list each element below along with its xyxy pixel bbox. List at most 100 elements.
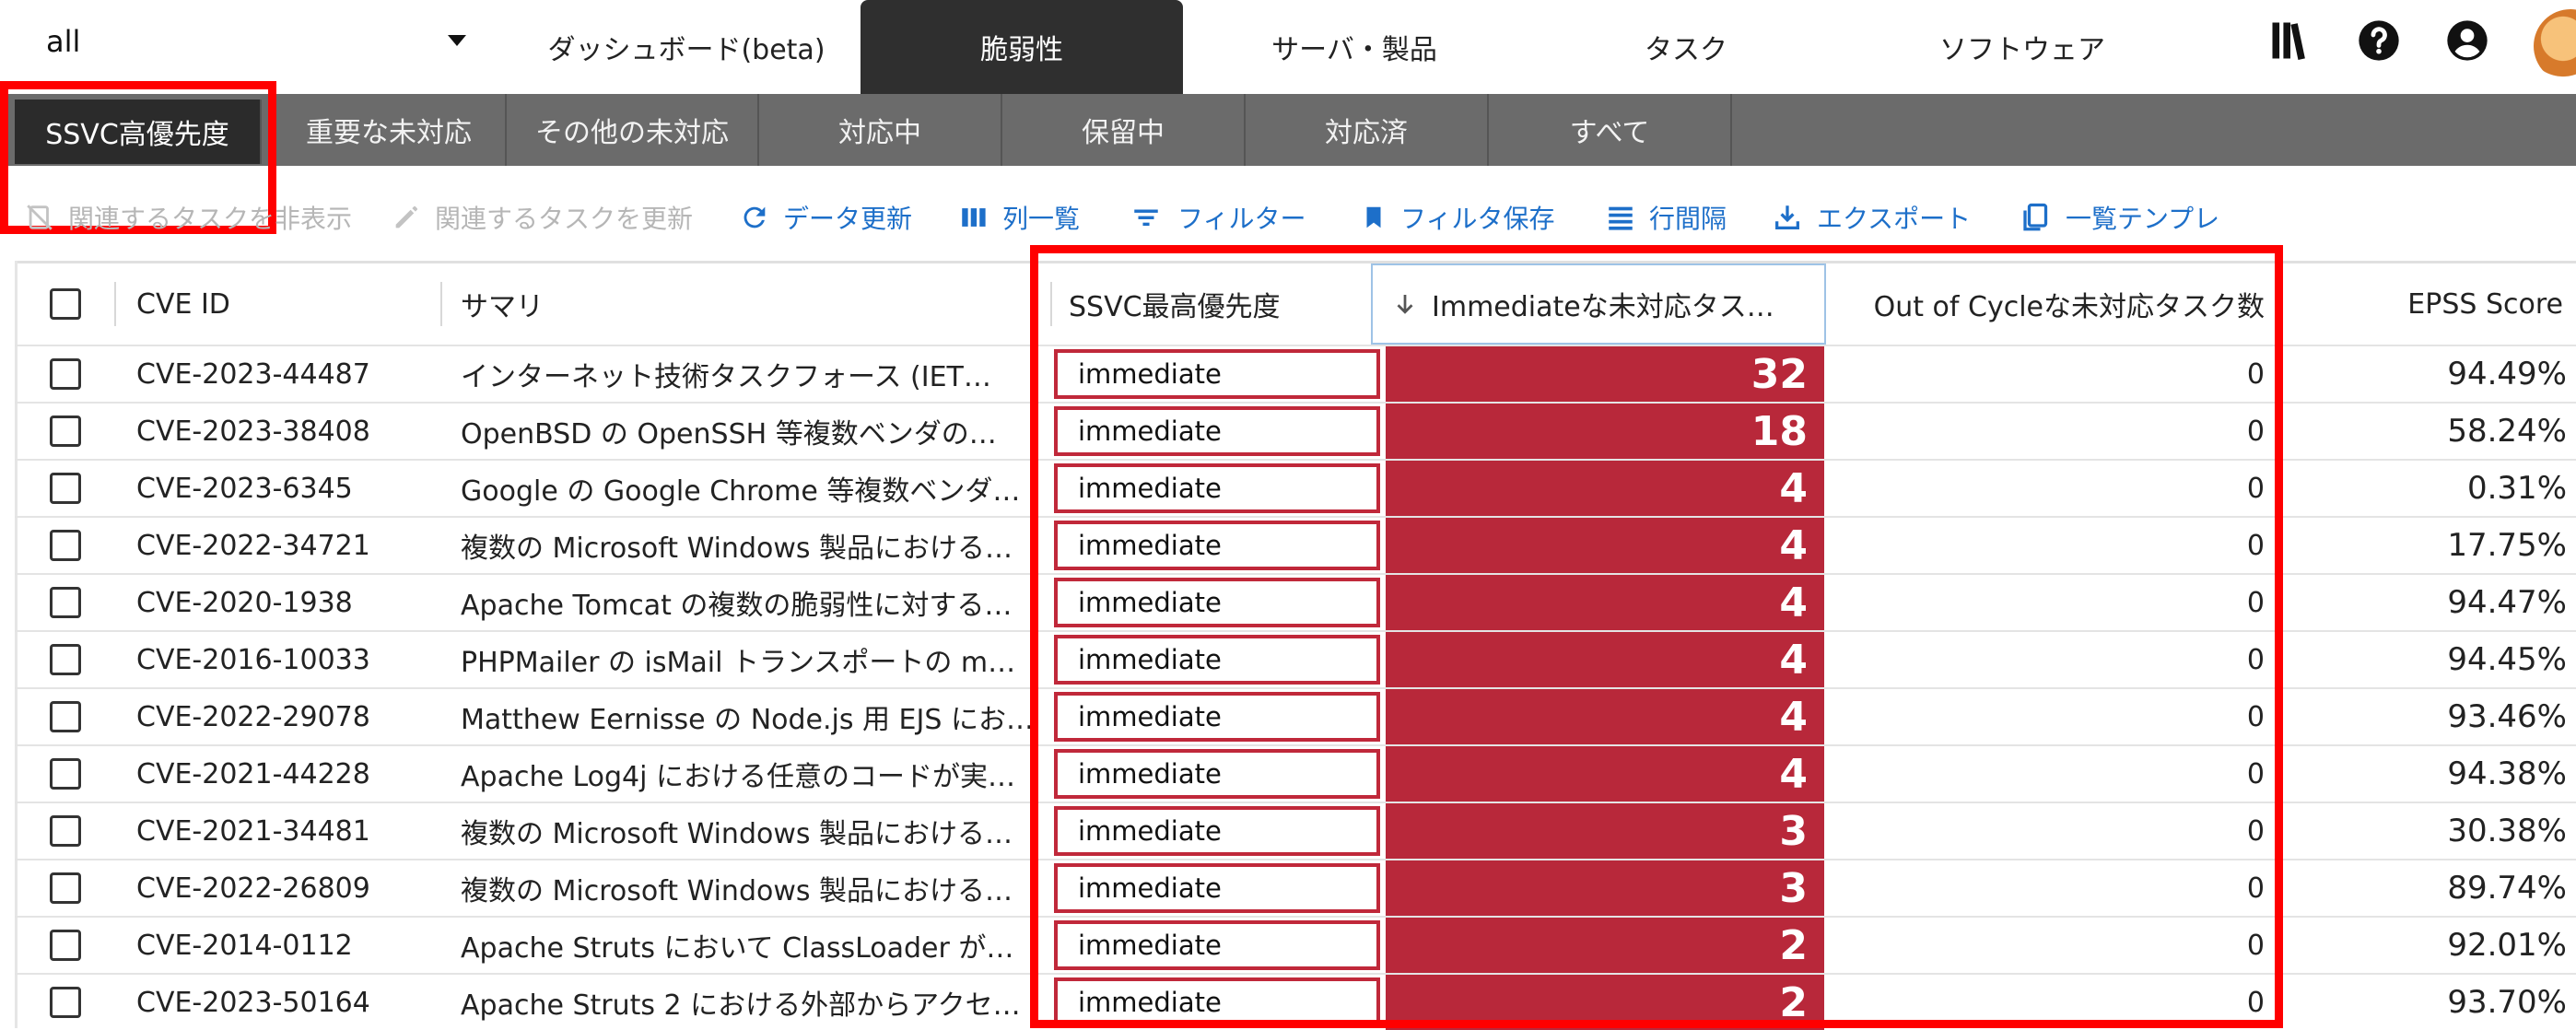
summary-cell[interactable]: Apache Tomcat の複数の脆弱性に対する… bbox=[461, 575, 1043, 630]
hide-related-tasks-button[interactable]: 関連するタスクを非表示 bbox=[24, 195, 352, 240]
table-row[interactable]: CVE-2021-34481 複数の Microsoft Windows 製品にお… bbox=[15, 802, 2576, 859]
column-header-epss-score[interactable]: EPSS Score bbox=[2281, 263, 2567, 345]
summary-cell[interactable]: 複数の Microsoft Windows 製品における… bbox=[461, 518, 1043, 573]
cve-id-cell[interactable]: CVE-2021-34481 bbox=[136, 803, 440, 859]
table-row[interactable]: CVE-2020-1938 Apache Tomcat の複数の脆弱性に対する… i… bbox=[15, 573, 2576, 630]
cve-id-cell[interactable]: CVE-2016-10033 bbox=[136, 632, 440, 687]
column-list-label: 列一覧 bbox=[1002, 204, 1081, 234]
table-row[interactable]: CVE-2021-44228 Apache Log4j における任意のコードが実…… bbox=[15, 744, 2576, 802]
task-hide-icon bbox=[27, 205, 53, 230]
cve-id-cell[interactable]: CVE-2022-29078 bbox=[136, 689, 440, 744]
column-header-cve-id[interactable]: CVE ID bbox=[136, 263, 440, 345]
summary-cell[interactable]: Apache Struts 2 における外部からアクセ… bbox=[461, 975, 1043, 1030]
tab-servers-products[interactable]: サーバ・製品 bbox=[1198, 0, 1511, 94]
row-density-button[interactable]: 行間隔 bbox=[1605, 195, 1727, 240]
row-checkbox[interactable] bbox=[50, 473, 81, 504]
subtab-important-unresolved[interactable]: 重要な未対応 bbox=[273, 94, 507, 166]
filter-button[interactable]: フィルター bbox=[1128, 195, 1306, 240]
export-button[interactable]: エクスポート bbox=[1771, 195, 1971, 240]
cve-id-cell[interactable]: CVE-2020-1938 bbox=[136, 575, 440, 630]
tab-vulnerabilities[interactable]: 脆弱性 bbox=[861, 0, 1183, 94]
column-header-ssvc-priority[interactable]: SSVC最高優先度 bbox=[1069, 263, 1373, 345]
subtab-in-progress[interactable]: 対応中 bbox=[759, 94, 1002, 166]
column-header-out-of-cycle-tasks[interactable]: Out of Cycleな未対応タスク数 bbox=[1830, 263, 2268, 345]
row-checkbox[interactable] bbox=[50, 758, 81, 790]
column-separator bbox=[2276, 282, 2277, 326]
column-header-immediate-tasks[interactable]: Immediateな未対応タス… bbox=[1371, 263, 1826, 345]
table-row[interactable]: CVE-2023-38408 OpenBSD の OpenSSH 等複数ベンダの…… bbox=[15, 402, 2576, 459]
summary-cell[interactable]: 複数の Microsoft Windows 製品における… bbox=[461, 803, 1043, 859]
subtab-on-hold[interactable]: 保留中 bbox=[1002, 94, 1246, 166]
refresh-icon bbox=[744, 206, 766, 228]
subtab-ssvc-high-priority[interactable]: SSVC高優先度 bbox=[15, 99, 262, 164]
cve-id-cell[interactable]: CVE-2021-44228 bbox=[136, 746, 440, 802]
summary-cell[interactable]: Matthew Eernisse の Node.js 用 EJS にお… bbox=[461, 689, 1043, 744]
immediate-task-count-cell: 4 bbox=[1386, 518, 1824, 573]
save-filter-button[interactable]: フィルタ保存 bbox=[1360, 195, 1554, 240]
caret-down-icon bbox=[448, 35, 466, 46]
filter-list-icon bbox=[1134, 209, 1158, 227]
table-row[interactable]: CVE-2016-10033 PHPMailer の isMail トランスポート… bbox=[15, 630, 2576, 687]
update-related-tasks-button[interactable]: 関連するタスクを更新 bbox=[391, 195, 693, 240]
out-of-cycle-count-cell: 0 bbox=[2246, 472, 2265, 505]
cve-id-cell[interactable]: CVE-2022-26809 bbox=[136, 860, 440, 916]
table-row[interactable]: CVE-2023-50164 Apache Struts 2 における外部からアク… bbox=[15, 973, 2576, 1030]
summary-cell[interactable]: OpenBSD の OpenSSH 等複数ベンダの… bbox=[461, 404, 1043, 459]
row-checkbox[interactable] bbox=[50, 530, 81, 561]
table-toolbar: 関連するタスクを非表示 関連するタスクを更新 データ更新 列一覧 フィルター フ… bbox=[0, 184, 2576, 251]
sort-arrow-down-icon[interactable] bbox=[1391, 288, 1419, 320]
epss-score-cell: 17.75% bbox=[2447, 527, 2567, 564]
row-checkbox[interactable] bbox=[50, 872, 81, 904]
row-checkbox[interactable] bbox=[50, 644, 81, 675]
table-row[interactable]: CVE-2022-29078 Matthew Eernisse の Node.js… bbox=[15, 687, 2576, 744]
library-icon[interactable] bbox=[2266, 17, 2314, 64]
row-checkbox[interactable] bbox=[50, 416, 81, 447]
cve-id-cell[interactable]: CVE-2014-0112 bbox=[136, 918, 440, 973]
summary-cell[interactable]: Google の Google Chrome 等複数ベンダ… bbox=[461, 461, 1043, 516]
list-template-button[interactable]: 一覧テンプレ bbox=[2020, 195, 2219, 240]
row-checkbox[interactable] bbox=[50, 358, 81, 390]
cve-id-cell[interactable]: CVE-2023-6345 bbox=[136, 461, 440, 516]
table-row[interactable]: CVE-2022-26809 複数の Microsoft Windows 製品にお… bbox=[15, 859, 2576, 916]
table-header: CVE ID サマリ SSVC最高優先度 Immediateな未対応タス… Ou… bbox=[15, 263, 2576, 345]
epss-score-cell: 30.38% bbox=[2447, 813, 2567, 849]
select-all-checkbox[interactable] bbox=[50, 288, 81, 320]
help-icon[interactable] bbox=[2355, 17, 2403, 64]
table-row[interactable]: CVE-2023-6345 Google の Google Chrome 等複数ベ… bbox=[15, 459, 2576, 516]
subtab-resolved[interactable]: 対応済 bbox=[1246, 94, 1489, 166]
cve-id-cell[interactable]: CVE-2023-38408 bbox=[136, 404, 440, 459]
refresh-data-button[interactable]: データ更新 bbox=[739, 195, 912, 240]
row-checkbox[interactable] bbox=[50, 987, 81, 1018]
ssvc-priority-badge: immediate bbox=[1054, 920, 1380, 970]
out-of-cycle-count-cell: 0 bbox=[2246, 814, 2265, 848]
subtab-all[interactable]: すべて bbox=[1489, 94, 1732, 166]
summary-cell[interactable]: PHPMailer の isMail トランスポートの m… bbox=[461, 632, 1043, 687]
table-row[interactable]: CVE-2022-34721 複数の Microsoft Windows 製品にお… bbox=[15, 516, 2576, 573]
tab-software[interactable]: ソフトウェア bbox=[1861, 0, 2184, 94]
scope-selector[interactable]: all bbox=[46, 18, 470, 74]
row-checkbox[interactable] bbox=[50, 815, 81, 847]
row-checkbox[interactable] bbox=[50, 930, 81, 961]
column-list-button[interactable]: 列一覧 bbox=[958, 195, 1080, 240]
table-row[interactable]: CVE-2014-0112 Apache Struts において ClassLoa… bbox=[15, 916, 2576, 973]
row-checkbox[interactable] bbox=[50, 701, 81, 732]
summary-cell[interactable]: 複数の Microsoft Windows 製品における… bbox=[461, 860, 1043, 916]
column-header-summary[interactable]: サマリ bbox=[461, 263, 1013, 345]
subtab-other-unresolved[interactable]: その他の未対応 bbox=[507, 94, 759, 166]
epss-score-cell: 94.38% bbox=[2447, 755, 2567, 792]
top-navigation-bar: all ダッシュボード(beta) 脆弱性 サーバ・製品 タスク ソフトウェア bbox=[0, 0, 2576, 94]
table-row[interactable]: CVE-2023-44487 インターネット技術タスクフォース (IET… imme… bbox=[15, 345, 2576, 402]
bookmark-icon bbox=[1366, 206, 1381, 228]
cve-id-cell[interactable]: CVE-2023-50164 bbox=[136, 975, 440, 1030]
tab-tasks[interactable]: タスク bbox=[1529, 0, 1843, 94]
cve-id-cell[interactable]: CVE-2022-34721 bbox=[136, 518, 440, 573]
user-avatar[interactable] bbox=[2534, 9, 2576, 83]
summary-cell[interactable]: インターネット技術タスクフォース (IET… bbox=[461, 346, 1043, 402]
row-checkbox[interactable] bbox=[50, 587, 81, 618]
filter-label: フィルター bbox=[1177, 204, 1306, 234]
cve-id-cell[interactable]: CVE-2023-44487 bbox=[136, 346, 440, 402]
tab-dashboard[interactable]: ダッシュボード(beta) bbox=[516, 0, 857, 94]
account-circle-icon[interactable] bbox=[2443, 17, 2491, 64]
summary-cell[interactable]: Apache Struts において ClassLoader が… bbox=[461, 918, 1043, 973]
summary-cell[interactable]: Apache Log4j における任意のコードが実… bbox=[461, 746, 1043, 802]
